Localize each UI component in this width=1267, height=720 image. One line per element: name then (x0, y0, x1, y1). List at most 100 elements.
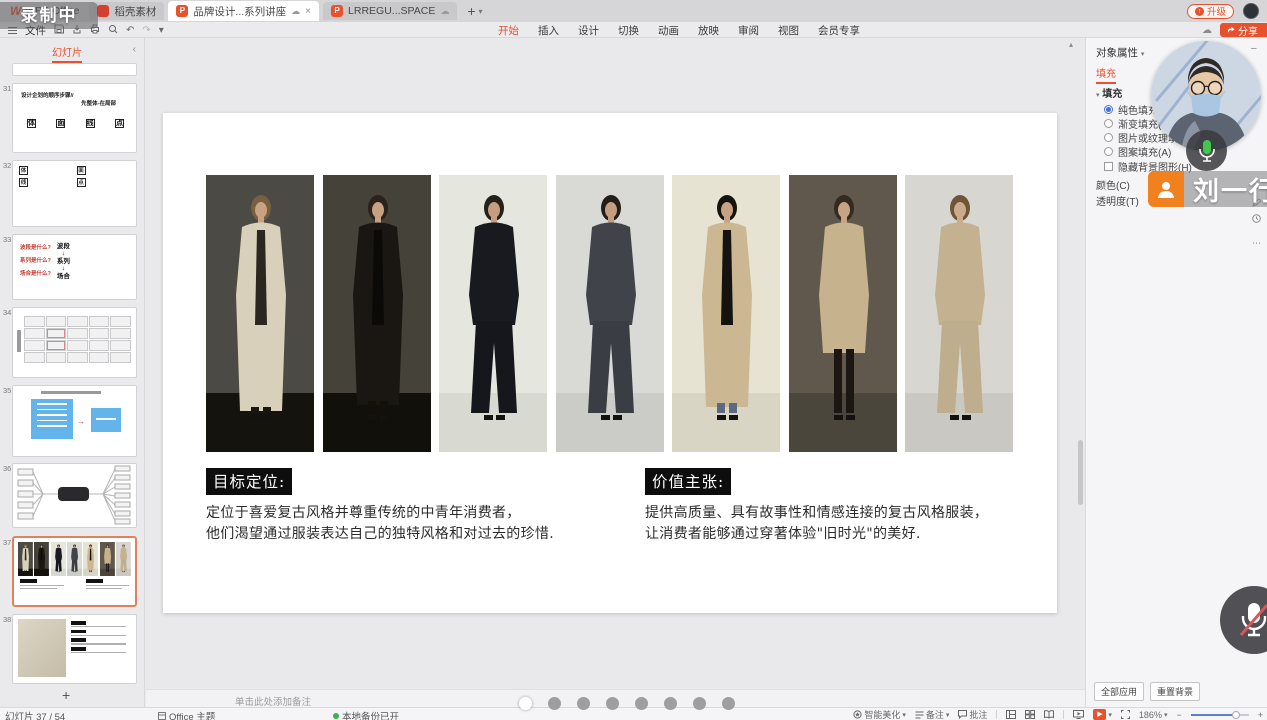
doc-tab-docer[interactable]: 稻壳素材 (89, 2, 164, 20)
more-ellipsis-icon[interactable]: ⋯ (1252, 238, 1261, 249)
smart-beautify-button[interactable]: 智能美化▾ (853, 708, 906, 720)
panel-caret-icon[interactable]: ▾ (1141, 51, 1145, 58)
color-label[interactable]: 颜色(C) (1096, 177, 1130, 192)
slide-thumbnail-38[interactable] (12, 614, 137, 684)
mic-on-button[interactable] (1186, 130, 1227, 171)
notes-placeholder: 单击此处添加备注 (235, 694, 311, 708)
theme-indicator[interactable]: Office 主题 (158, 709, 215, 720)
slide-canvas[interactable]: ▴ (146, 38, 1077, 689)
normal-view-icon[interactable] (1006, 710, 1016, 719)
fabric-image (18, 619, 66, 677)
fill-section-header[interactable]: ▾ 填充 (1096, 85, 1122, 100)
print-preview-icon[interactable] (108, 24, 118, 37)
pager-dot-1[interactable] (519, 697, 532, 710)
collapse-sidebar-icon[interactable]: ‹ (133, 44, 136, 55)
slide-thumbnail-34[interactable] (12, 307, 137, 378)
apply-all-button[interactable]: 全部应用 (1094, 682, 1144, 701)
slide-number: 33 (3, 235, 11, 244)
fashion-photo-3[interactable] (439, 175, 547, 452)
pager-dot-5[interactable] (635, 697, 648, 710)
pager-dot-4[interactable] (606, 697, 619, 710)
value-proposition-label: 价值主张: (645, 468, 731, 495)
tab-insert[interactable]: 插入 (538, 23, 559, 38)
zoom-out-button[interactable]: − (1176, 710, 1181, 720)
slide-37[interactable]: 目标定位: 定位于喜爱复古风格并尊重传统的中青年消费者， 他们渴望通过服装表达自… (163, 113, 1057, 613)
doc-tab-current[interactable]: P 品牌设计...系列讲座 ☁ × (168, 1, 319, 21)
quickbar-caret-icon[interactable]: ▾ (159, 25, 164, 36)
slide-number: 34 (3, 308, 11, 317)
thumb-box: 体 (19, 166, 28, 175)
target-positioning-label: 目标定位: (206, 468, 292, 495)
collapse-ribbon-icon[interactable]: ▴ (1069, 40, 1073, 49)
upgrade-button[interactable]: ↑ 升级 (1187, 4, 1234, 19)
fashion-photo-7[interactable] (905, 175, 1013, 452)
mic-on-icon (1196, 139, 1218, 163)
fashion-photo-2[interactable] (323, 175, 431, 452)
minimize-panel-icon[interactable]: − (1251, 43, 1257, 55)
slide-thumbnail-35[interactable]: → (12, 385, 137, 457)
tab-slides[interactable]: 幻灯片 (52, 44, 82, 63)
share-button[interactable]: 分享 (1220, 23, 1267, 37)
slide-thumbnail-37-selected[interactable] (12, 536, 137, 607)
ppt-file-icon: P (176, 5, 188, 17)
theme-icon (158, 712, 166, 720)
fill-tab[interactable]: 填充 (1096, 65, 1116, 84)
slide-number: 35 (3, 386, 11, 395)
cloud-status-icon[interactable]: ☁ (1202, 25, 1212, 36)
undo-icon[interactable]: ↶ (126, 25, 134, 36)
pager-dot-2[interactable] (548, 697, 561, 710)
vertical-scrollbar[interactable] (1078, 440, 1083, 505)
zoom-slider-thumb[interactable] (1232, 711, 1240, 719)
fashion-photo-4[interactable] (556, 175, 664, 452)
fashion-photo-5[interactable] (672, 175, 780, 452)
backup-indicator[interactable]: 本地备份已开 (333, 709, 399, 720)
slide-thumbnail-33[interactable]: 波段是什么? 系列是什么? 场合是什么? 波段↓系列↓场合 (12, 234, 137, 300)
thumb-photo-1 (18, 542, 33, 576)
tab-review[interactable]: 审阅 (738, 23, 759, 38)
tab-list-caret-icon[interactable]: ▾ (479, 7, 483, 16)
zoom-level[interactable]: 186%▾ (1139, 710, 1168, 720)
reset-background-button[interactable]: 重置背景 (1150, 682, 1200, 701)
slide-thumbnail-32[interactable]: 体 面 线 点 (12, 160, 137, 227)
cloud-sync-icon: ☁ (291, 6, 300, 17)
tab-member[interactable]: 会员专享 (818, 23, 860, 38)
zoom-slider[interactable] (1191, 714, 1249, 716)
doc-tab-other[interactable]: P LRREGU...SPACE ☁ (323, 2, 457, 20)
presenter-name: 刘一行 (1193, 171, 1267, 208)
play-from-current-icon[interactable] (1073, 710, 1084, 719)
tab-slideshow[interactable]: 放映 (698, 23, 719, 38)
transparency-label[interactable]: 透明度(T) (1096, 193, 1139, 208)
history-clock-icon[interactable] (1252, 214, 1261, 225)
new-tab-button[interactable]: + (467, 3, 475, 19)
redo-icon[interactable]: ↷ (142, 25, 150, 36)
fashion-photo-6[interactable] (789, 175, 897, 452)
thumb-photo-2 (34, 542, 49, 576)
pager-dot-3[interactable] (577, 697, 590, 710)
mindmap-mini (13, 464, 134, 525)
zoom-in-button[interactable]: + (1258, 710, 1263, 720)
slide-sorter-view-icon[interactable] (1025, 710, 1035, 719)
radio-icon (1104, 133, 1113, 142)
tab-design[interactable]: 设计 (578, 23, 599, 38)
close-tab-icon[interactable]: × (305, 6, 311, 17)
pager-dot-7[interactable] (693, 697, 706, 710)
tab-animation[interactable]: 动画 (658, 23, 679, 38)
thumb-steps: 波段↓系列↓场合 (57, 243, 70, 282)
fill-option-pattern[interactable]: 图案填充(A) (1104, 144, 1171, 159)
tab-home[interactable]: 开始 (498, 23, 519, 38)
tab-view[interactable]: 视图 (778, 23, 799, 38)
slide-thumbnail-36[interactable] (12, 463, 137, 528)
pager-dot-8[interactable] (722, 697, 735, 710)
tab-transition[interactable]: 切换 (618, 23, 639, 38)
pager-dot-6[interactable] (664, 697, 677, 710)
reading-view-icon[interactable] (1044, 710, 1054, 719)
fashion-photo-1[interactable] (206, 175, 314, 452)
add-slide-button[interactable]: + (62, 687, 70, 703)
slide-thumbnail-30[interactable] (12, 63, 137, 76)
account-avatar[interactable] (1243, 3, 1259, 19)
fit-slide-icon[interactable] (1121, 710, 1130, 719)
slide-thumbnail-31[interactable]: 设计企划的顺序步骤// 先整体-在局部 体 面 线 点 (12, 83, 137, 153)
slideshow-play-button[interactable]: ▶▾ (1093, 709, 1112, 720)
comments-button[interactable]: 批注 (958, 708, 987, 720)
notes-button[interactable]: 备注▾ (915, 708, 950, 720)
